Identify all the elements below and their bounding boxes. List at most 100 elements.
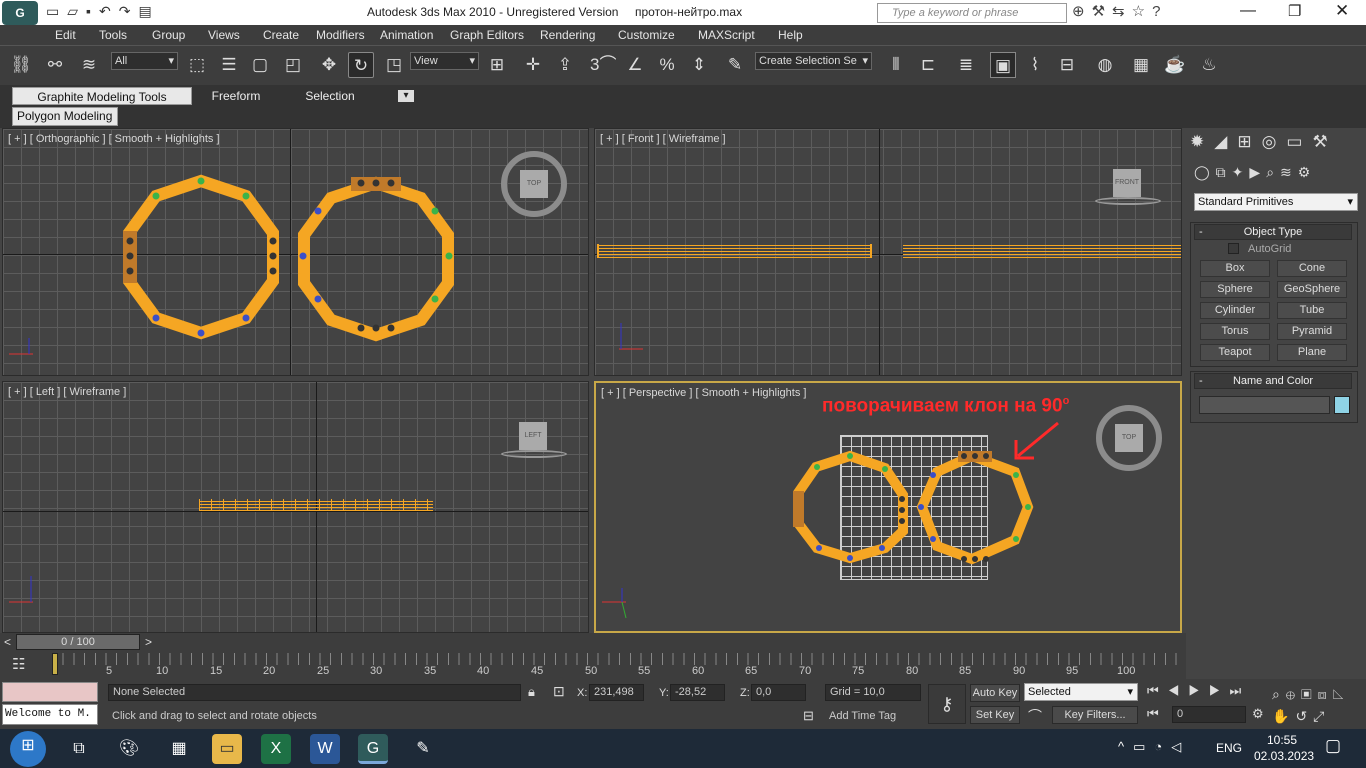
ring-objects-perspective[interactable]: [596, 383, 1182, 633]
start-button-icon[interactable]: ⊞: [10, 731, 46, 767]
minimize-icon[interactable]: —: [1240, 2, 1256, 20]
rollout-object-type-header[interactable]: Object Type -: [1194, 224, 1352, 240]
menu-maxscript[interactable]: MAXScript: [698, 26, 755, 44]
create-box-button[interactable]: Box: [1200, 260, 1270, 277]
selection-region-icon[interactable]: ▢: [247, 52, 273, 78]
menu-tools[interactable]: Tools: [99, 26, 127, 44]
notifications-icon[interactable]: ▢: [1325, 736, 1341, 756]
lock-selection-icon[interactable]: 🔒︎: [528, 684, 535, 700]
y-coordinate-field[interactable]: -28,52: [670, 684, 725, 701]
named-selection-set-select[interactable]: Create Selection Se ▾: [755, 52, 872, 70]
current-frame-field[interactable]: 0: [1172, 706, 1246, 723]
object-color-swatch[interactable]: [1334, 396, 1350, 414]
ring-right-front-wireframe[interactable]: [903, 244, 1181, 258]
tab-freeform[interactable]: Freeform: [196, 87, 276, 105]
viewcube-face[interactable]: TOP: [1115, 424, 1143, 452]
play-icon[interactable]: ▶: [1188, 683, 1209, 698]
ribbon-options-icon[interactable]: ▾: [398, 90, 414, 102]
chevron-up-icon[interactable]: ^: [1118, 739, 1133, 754]
schematic-view-icon[interactable]: ⊟: [1054, 52, 1080, 78]
star-icon[interactable]: ☆: [1132, 3, 1152, 20]
key-tangent-icon[interactable]: ⌒: [1028, 706, 1042, 726]
maximize-viewport-icon[interactable]: ⤢: [1313, 708, 1330, 724]
helpers-icon[interactable]: ⌕: [1266, 164, 1280, 180]
tab-polygon-modeling[interactable]: Polygon Modeling: [12, 107, 118, 126]
viewcube-left[interactable]: LEFT: [501, 422, 567, 462]
maximize-icon[interactable]: ❐: [1288, 2, 1301, 20]
project-folder-icon[interactable]: ▤: [138, 3, 159, 19]
rollout-name-color-header[interactable]: Name and Color -: [1194, 373, 1352, 389]
close-icon[interactable]: ✕: [1335, 1, 1349, 21]
clock-time[interactable]: 10:55: [1267, 733, 1297, 747]
rings-left-wireframe[interactable]: [199, 499, 433, 511]
pivot-center-icon[interactable]: ⊞: [484, 52, 510, 78]
app-logo-icon[interactable]: G: [2, 1, 38, 25]
x-coordinate-field[interactable]: 231,498: [589, 684, 644, 701]
bind-space-warp-icon[interactable]: ≋: [76, 52, 102, 78]
move-icon[interactable]: ✥: [316, 52, 342, 78]
rotate-icon[interactable]: ↻: [348, 52, 374, 78]
calculator-app-icon[interactable]: ▦: [164, 734, 194, 764]
zoom-extents-all-icon[interactable]: ⧈: [1318, 686, 1333, 702]
file-explorer-app-icon[interactable]: ▭: [212, 734, 242, 764]
menu-modifiers[interactable]: Modifiers: [316, 26, 365, 44]
scale-icon[interactable]: ◳: [381, 52, 407, 78]
ring-left[interactable]: [123, 174, 279, 340]
zoom-extents-icon[interactable]: ▣: [1301, 686, 1318, 702]
viewcube-top[interactable]: TOP: [501, 151, 567, 217]
tab-graphite-modeling-tools[interactable]: Graphite Modeling Tools: [12, 87, 192, 105]
mini-curve-editor-icon[interactable]: ☷: [12, 655, 25, 673]
save-icon[interactable]: ▪: [86, 3, 99, 19]
orbit-icon[interactable]: ↺: [1295, 708, 1313, 724]
select-manipulate-icon[interactable]: ✛: [520, 52, 546, 78]
window-crossing-icon[interactable]: ◰: [280, 52, 306, 78]
object-name-input[interactable]: [1199, 396, 1330, 414]
spinner-snap-icon[interactable]: ⇕: [686, 52, 712, 78]
key-mode-toggle-icon[interactable]: ⏮: [1147, 706, 1159, 722]
help-icon[interactable]: ?: [1152, 3, 1167, 20]
graphite-toggle-icon[interactable]: ▣: [990, 52, 1016, 78]
edit-named-selection-icon[interactable]: ✎: [722, 52, 748, 78]
mirror-icon[interactable]: ⫴: [883, 52, 909, 78]
viewcube-front[interactable]: FRONT: [1095, 169, 1161, 209]
wrench-icon[interactable]: ⚒: [1092, 3, 1112, 20]
create-panel-icon[interactable]: ✹: [1190, 132, 1214, 151]
menu-group[interactable]: Group: [152, 26, 185, 44]
ring-left[interactable]: [793, 450, 908, 564]
zoom-icon[interactable]: ⌕: [1272, 686, 1286, 702]
viewport-front[interactable]: [ + ] [ Front ] [ Wireframe ] FRONT: [594, 128, 1182, 376]
selection-filter-select[interactable]: All ▾: [111, 52, 178, 70]
menu-graph-editors[interactable]: Graph Editors: [450, 26, 524, 44]
time-tag-icon[interactable]: ⊟: [803, 708, 814, 724]
select-link-icon[interactable]: ⛓: [8, 52, 34, 78]
keyboard-shortcut-icon[interactable]: ⇪: [552, 52, 578, 78]
curve-editor-icon[interactable]: ⌇: [1022, 52, 1048, 78]
material-editor-icon[interactable]: ◍: [1092, 52, 1118, 78]
time-marker[interactable]: [52, 653, 58, 675]
time-prev-icon[interactable]: <: [4, 635, 11, 649]
key-mode-select[interactable]: Selected ▾: [1024, 683, 1138, 701]
redo-icon[interactable]: ↷: [119, 3, 139, 19]
angle-snap-icon[interactable]: ∠: [622, 52, 648, 78]
ring-left-front-wireframe[interactable]: [597, 244, 872, 258]
autogrid-checkbox[interactable]: [1228, 243, 1239, 254]
open-file-icon[interactable]: ▱: [67, 3, 86, 19]
hierarchy-panel-icon[interactable]: ⊞: [1237, 132, 1261, 151]
create-cone-button[interactable]: Cone: [1277, 260, 1347, 277]
field-of-view-icon[interactable]: ◺: [1333, 686, 1350, 702]
goto-start-icon[interactable]: ⏮: [1147, 683, 1168, 698]
systems-icon[interactable]: ⚙: [1298, 164, 1317, 180]
create-sphere-button[interactable]: Sphere: [1200, 281, 1270, 298]
menu-customize[interactable]: Customize: [618, 26, 675, 44]
language-indicator[interactable]: ENG: [1216, 741, 1242, 755]
viewport-left[interactable]: [ + ] [ Left ] [ Wireframe ] LEFT: [2, 381, 589, 633]
utilities-panel-icon[interactable]: ⚒: [1312, 132, 1337, 151]
viewcube-face[interactable]: FRONT: [1113, 169, 1141, 197]
cameras-icon[interactable]: ▶: [1249, 164, 1266, 180]
create-geosphere-button[interactable]: GeoSphere: [1277, 281, 1347, 298]
shapes-icon[interactable]: ⧉: [1216, 164, 1232, 180]
display-panel-icon[interactable]: ▭: [1286, 132, 1312, 151]
create-torus-button[interactable]: Torus: [1200, 323, 1270, 340]
tab-selection[interactable]: Selection: [290, 87, 370, 105]
key-filters-button[interactable]: Key Filters...: [1052, 706, 1138, 724]
